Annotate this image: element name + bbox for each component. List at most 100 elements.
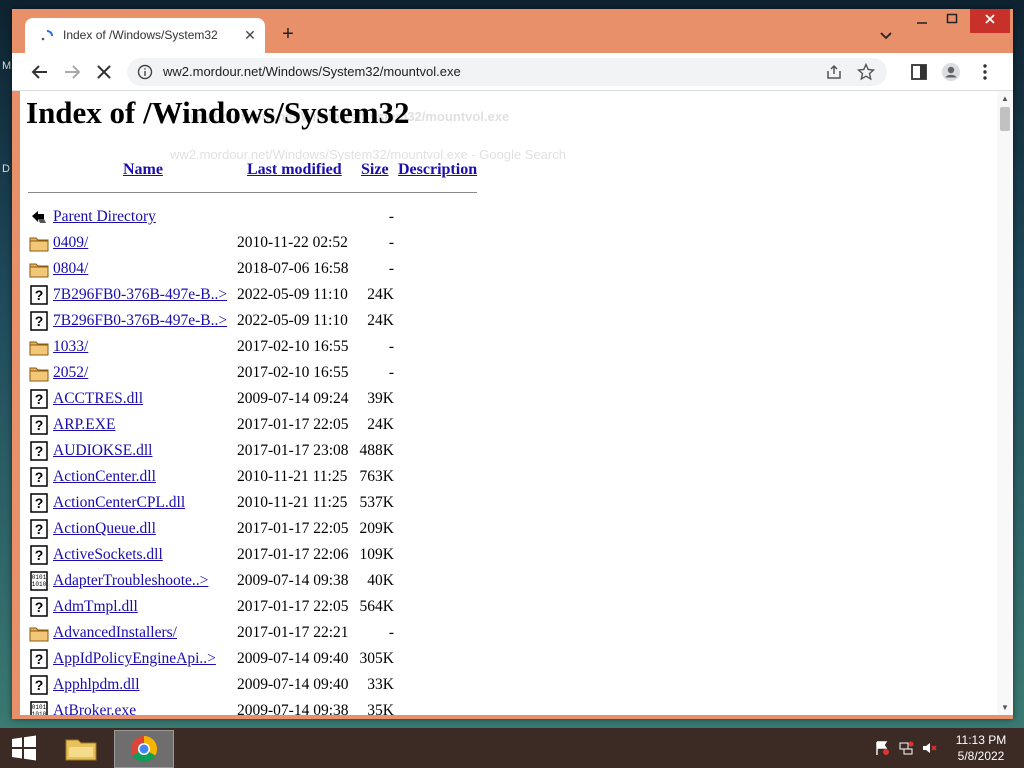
svg-text:?: ? xyxy=(35,417,44,433)
file-link[interactable]: 0804/ xyxy=(53,260,88,278)
back-icon[interactable] xyxy=(29,207,49,227)
table-row: ? AdmTmpl.dll 2017-01-17 22:05 564K xyxy=(20,595,420,621)
file-link[interactable]: AdmTmpl.dll xyxy=(53,598,138,616)
file-size: 564K xyxy=(359,598,394,615)
forward-arrow-icon[interactable] xyxy=(59,59,85,85)
file-link[interactable]: AdvancedInstallers/ xyxy=(53,624,177,642)
column-header-name[interactable]: Name xyxy=(123,161,163,179)
menu-kebab-icon[interactable] xyxy=(975,62,995,82)
ghost-suggestion-url: ww2.mordour.net/Windows/System32/mountvo… xyxy=(170,147,566,162)
tab-strip: Index of /Windows/System32 ✕ + xyxy=(12,9,1013,53)
scrollbar-thumb[interactable] xyxy=(1000,107,1010,131)
side-panel-icon[interactable] xyxy=(909,62,929,82)
unknown-file-icon[interactable]: ? xyxy=(29,389,49,409)
tab-close-icon[interactable]: ✕ xyxy=(241,26,259,44)
file-link[interactable]: 0409/ xyxy=(53,234,88,252)
unknown-file-icon[interactable]: ? xyxy=(29,441,49,461)
desktop-icon-label-m: M xyxy=(2,60,12,72)
file-link[interactable]: ActionQueue.dll xyxy=(53,520,156,538)
unknown-file-icon[interactable]: ? xyxy=(29,597,49,617)
action-center-flag-icon[interactable] xyxy=(874,740,890,756)
file-link[interactable]: Parent Directory xyxy=(53,208,156,226)
file-explorer-taskbar-button[interactable] xyxy=(58,730,104,766)
file-link[interactable]: AtBroker.exe xyxy=(53,702,136,715)
svg-text:?: ? xyxy=(35,443,44,459)
url-text[interactable]: ww2.mordour.net/Windows/System32/mountvo… xyxy=(163,64,461,79)
start-button-windows-icon[interactable] xyxy=(10,734,38,762)
volume-muted-icon[interactable] xyxy=(921,740,937,756)
column-header-last-modified[interactable]: Last modified xyxy=(247,161,342,179)
file-link[interactable]: 7B296FB0-376B-497e-B..> xyxy=(53,312,227,330)
unknown-file-icon[interactable]: ? xyxy=(29,675,49,695)
folder-icon[interactable] xyxy=(29,623,49,643)
table-row: ? ActionCenter.dll 2010-11-21 11:25 763K xyxy=(20,465,420,491)
clock-date: 5/8/2022 xyxy=(957,749,1005,763)
site-info-icon[interactable] xyxy=(137,64,153,80)
file-date: 2017-01-17 22:21 xyxy=(237,624,349,641)
folder-icon[interactable] xyxy=(29,233,49,253)
unknown-file-icon[interactable]: ? xyxy=(29,493,49,513)
column-header-size[interactable]: Size xyxy=(361,161,389,179)
profile-avatar-icon[interactable] xyxy=(941,62,961,82)
file-date: 2022-05-09 11:10 xyxy=(237,312,348,329)
folder-icon[interactable] xyxy=(29,363,49,383)
file-link[interactable]: ActiveSockets.dll xyxy=(53,546,163,564)
tab-search-chevron-icon[interactable] xyxy=(878,27,894,43)
table-row: AdvancedInstallers/2017-01-17 22:21 - xyxy=(20,621,420,647)
unknown-file-icon[interactable]: ? xyxy=(29,467,49,487)
file-link[interactable]: AppIdPolicyEngineApi..> xyxy=(53,650,216,668)
svg-text:?: ? xyxy=(35,651,44,667)
new-tab-button[interactable]: + xyxy=(277,23,299,45)
header-divider xyxy=(28,192,477,193)
system-clock[interactable]: 11:13 PM 5/8/2022 xyxy=(942,732,1020,764)
close-window-button[interactable] xyxy=(970,9,1010,33)
scroll-down-icon[interactable]: ▼ xyxy=(1001,703,1009,712)
file-link[interactable]: ActionCenter.dll xyxy=(53,468,156,486)
table-row: ? 7B296FB0-376B-497e-B..> 2022-05-09 11:10… xyxy=(20,283,420,309)
scroll-up-icon[interactable]: ▲ xyxy=(1001,94,1009,103)
file-link[interactable]: ActionCenterCPL.dll xyxy=(53,494,185,512)
active-tab[interactable]: Index of /Windows/System32 ✕ xyxy=(25,18,265,53)
folder-icon[interactable] xyxy=(29,337,49,357)
address-bar[interactable]: ww2.mordour.net/Windows/System32/mountvo… xyxy=(127,58,887,86)
binary-file-icon[interactable]: 01011010 xyxy=(29,571,49,591)
maximize-button[interactable] xyxy=(938,9,966,33)
unknown-file-icon[interactable]: ? xyxy=(29,285,49,305)
svg-text:?: ? xyxy=(35,287,44,303)
folder-icon[interactable] xyxy=(29,259,49,279)
file-link[interactable]: ACCTRES.dll xyxy=(53,390,143,408)
file-link[interactable]: AdapterTroubleshoote..> xyxy=(53,572,208,590)
stop-loading-icon[interactable] xyxy=(91,59,117,85)
file-link[interactable]: 7B296FB0-376B-497e-B..> xyxy=(53,286,227,304)
file-date: 2017-01-17 22:05 xyxy=(237,416,349,433)
binary-file-icon[interactable]: 01011010 xyxy=(29,701,49,715)
table-row: 0409/2010-11-22 02:52 - xyxy=(20,231,420,257)
unknown-file-icon[interactable]: ? xyxy=(29,311,49,331)
chrome-icon xyxy=(131,735,158,763)
unknown-file-icon[interactable]: ? xyxy=(29,545,49,565)
network-icon[interactable] xyxy=(898,740,914,756)
unknown-file-icon[interactable]: ? xyxy=(29,519,49,539)
share-icon[interactable] xyxy=(825,63,843,81)
file-size: - xyxy=(388,260,394,277)
file-link[interactable]: Apphlpdm.dll xyxy=(53,676,140,694)
unknown-file-icon[interactable]: ? xyxy=(29,415,49,435)
back-arrow-icon[interactable] xyxy=(27,59,53,85)
file-link[interactable]: ARP.EXE xyxy=(53,416,115,434)
vertical-scrollbar[interactable]: ▲ ▼ xyxy=(997,91,1013,715)
file-date: 2010-11-21 11:25 xyxy=(237,494,348,511)
bookmark-star-icon[interactable] xyxy=(857,63,875,81)
file-link[interactable]: 1033/ xyxy=(53,338,88,356)
table-row: 1033/2017-02-10 16:55 - xyxy=(20,335,420,361)
file-date: 2009-07-14 09:38 xyxy=(237,572,349,589)
file-link[interactable]: AUDIOKSE.dll xyxy=(53,442,152,460)
file-date: 2009-07-14 09:38 xyxy=(237,702,349,715)
minimize-button[interactable] xyxy=(908,9,936,33)
unknown-file-icon[interactable]: ? xyxy=(29,649,49,669)
file-date: 2017-02-10 16:55 xyxy=(237,364,349,381)
svg-text:?: ? xyxy=(35,599,44,615)
chrome-taskbar-button[interactable] xyxy=(114,730,174,768)
column-header-description[interactable]: Description xyxy=(398,161,477,179)
table-row: ? AppIdPolicyEngineApi..> 2009-07-14 09:40… xyxy=(20,647,420,673)
file-link[interactable]: 2052/ xyxy=(53,364,88,382)
